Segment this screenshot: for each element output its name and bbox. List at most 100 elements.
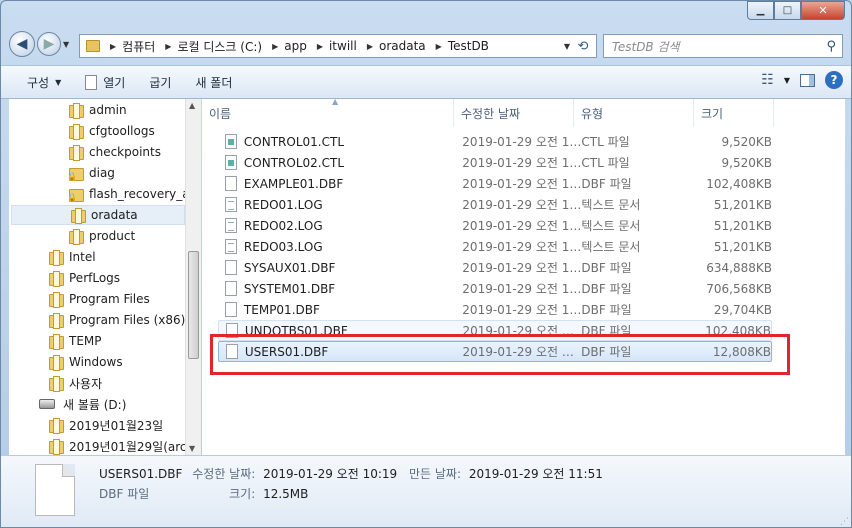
file-row[interactable]: TEMP01.DBF 2019-01-29 오전 11:51DBF 파일 29,70… [218,299,772,320]
tree-item[interactable]: 새 볼륨 (D:) [39,394,126,414]
burn-button[interactable]: 굽기 [137,70,183,94]
tree-item-label: 2019년01월29일(archive [69,439,201,454]
file-size: 29,704KB [713,302,772,317]
forward-button[interactable]: ▶ [37,32,61,56]
file-row[interactable]: CONTROL01.CTL 2019-01-29 오전 11:51CTL 파일 9,… [218,131,772,152]
minimize-button[interactable]: ▁ [747,1,774,20]
file-name: TEMP01.DBF [243,302,320,317]
back-button[interactable]: ◀ [9,31,35,57]
folder-icon [71,208,86,224]
folder-icon [49,355,64,371]
address-bar[interactable]: ▶ 컴퓨터 ▶ 로컬 디스크 (C:) ▶ app ▶ itwill ▶ oradata ▶ Test… [79,34,597,58]
breadcrumb-item[interactable]: ▶ 컴퓨터 [106,38,155,55]
breadcrumb-item[interactable]: ▶ app [268,38,307,55]
file-name: SYSTEM01.DBF [243,281,336,296]
breadcrumb-separator-icon[interactable]: ▶ [436,42,442,51]
tree-item[interactable]: diag [67,163,115,183]
file-row[interactable]: REDO03.LOG 2019-01-29 오전 11:51텍스트 문서 51,20… [218,236,772,257]
tree-item[interactable]: 사용자 [49,373,102,393]
tree-item[interactable]: TEMP [49,331,102,351]
close-button[interactable]: ✕ [801,1,845,20]
organize-label: 구성 [27,75,50,90]
column-name[interactable]: ▲ 이름 [202,97,454,127]
file-size: 102,408KB [706,176,772,191]
scroll-down-icon[interactable]: ▼ [189,444,195,453]
column-size-label: 크기 [701,106,724,121]
tree-item[interactable]: admin [69,100,127,120]
tree-item[interactable]: oradata [11,205,185,225]
scrollbar-thumb[interactable] [188,251,199,359]
breadcrumb-separator-icon[interactable]: ▶ [317,42,323,51]
breadcrumb-label: 컴퓨터 [122,39,156,54]
folder-icon [49,292,64,308]
tree-item[interactable]: checkpoints [69,142,161,162]
tree-item[interactable]: Windows [49,352,123,372]
folder-icon [86,40,100,52]
view-dropdown-icon[interactable]: ▼ [784,76,790,85]
breadcrumb-separator-icon[interactable]: ▶ [367,42,373,51]
tree-item[interactable]: Intel [49,247,96,267]
tree-item-label: 새 볼륨 (D:) [63,397,127,412]
new-folder-button[interactable]: 새 폴더 [183,70,244,94]
breadcrumb-separator-icon[interactable]: ▶ [165,42,171,51]
file-size: 634,888KB [706,260,772,275]
tree-item[interactable]: 2019년01월29일(archive [49,436,201,455]
tree-item[interactable]: Program Files (x86) [49,310,185,330]
tree-item[interactable]: cfgtoollogs [69,121,155,141]
file-date: 2019-01-29 오전 11:51 [462,198,582,212]
refresh-button[interactable]: ⟲ [574,37,592,55]
file-row[interactable]: SYSAUX01.DBF 2019-01-29 오전 11:51DBF 파일 634… [218,257,772,278]
details-line-1: USERS01.DBF 수정한 날짜: 2019-01-29 오전 10:19 … [99,465,603,482]
address-history-dropdown[interactable]: ▼ [564,42,570,51]
maximize-button[interactable]: □ [774,1,801,20]
search-icon[interactable]: ⚲ [826,39,836,54]
tree-item[interactable]: Program Files [49,289,150,309]
file-name: CONTROL01.CTL [243,134,344,149]
organize-button[interactable]: 구성 ▼ [15,70,73,94]
breadcrumb-item[interactable]: ▶ 로컬 디스크 (C:) [161,38,262,55]
file-type: 텍스트 문서 [581,240,641,254]
search-input[interactable]: TestDB 검색 [612,38,680,55]
open-button[interactable]: 열기 [73,70,137,94]
tree-item[interactable]: 2019년01월23일 [49,415,163,435]
file-date: 2019-01-29 오전 11:51 [462,240,582,254]
details-created-label: 만든 날짜: [408,467,462,481]
file-row[interactable]: EXAMPLE01.DBF 2019-01-29 오전 11:51DBF 파일 10… [218,173,772,194]
tree-item[interactable]: PerfLogs [49,268,120,288]
file-row[interactable]: CONTROL02.CTL 2019-01-29 오전 11:51CTL 파일 9,… [218,152,772,173]
file-date: 2019-01-29 오전 11:51 [462,282,582,296]
breadcrumb-item[interactable]: ▶ TestDB [432,38,489,55]
file-row[interactable]: SYSTEM01.DBF 2019-01-29 오전 11:51DBF 파일 706… [218,278,772,299]
folder-icon [69,124,84,140]
column-type[interactable]: 유형 [574,99,694,127]
tree-item-label: TEMP [69,334,102,348]
file-row[interactable]: REDO02.LOG 2019-01-29 오전 11:51텍스트 문서 51,20… [218,215,772,236]
breadcrumb-separator-icon[interactable]: ▶ [272,42,278,51]
tree-item[interactable]: product [69,226,135,246]
tree-item[interactable]: flash_recovery_area [67,184,200,204]
search-box[interactable]: TestDB 검색 ⚲ [603,34,843,58]
file-name: SYSAUX01.DBF [243,260,336,275]
column-date[interactable]: 수정한 날짜 [454,99,574,127]
new-folder-label: 새 폴더 [195,75,233,90]
text-file-icon [225,197,237,212]
preview-pane-icon[interactable] [800,73,815,87]
column-name-label: 이름 [209,106,232,121]
breadcrumb-item[interactable]: ▶ oradata [363,38,426,55]
breadcrumb-separator-icon[interactable]: ▶ [110,42,116,51]
file-date: 2019-01-29 오전 11:51 [462,303,582,317]
breadcrumb-item[interactable]: ▶ itwill [313,38,357,55]
details-size-label: 크기: [229,487,256,501]
file-row[interactable]: REDO01.LOG 2019-01-29 오전 11:51텍스트 문서 51,20… [218,194,772,215]
column-size[interactable]: 크기 [694,99,774,127]
file-name: REDO01.LOG [243,197,323,212]
recent-locations-dropdown[interactable]: ▼ [63,40,75,49]
breadcrumb-label: TestDB [447,39,489,53]
help-icon[interactable]: ? [825,71,843,89]
folder-icon [49,271,64,287]
navigation-scrollbar[interactable]: ▲ ▼ [185,99,201,455]
view-options-icon[interactable]: ☷ [761,72,774,88]
resize-grip-icon[interactable]: ⋰ [840,517,849,527]
open-label: 열기 [103,75,126,90]
scroll-up-icon[interactable]: ▲ [189,101,195,110]
